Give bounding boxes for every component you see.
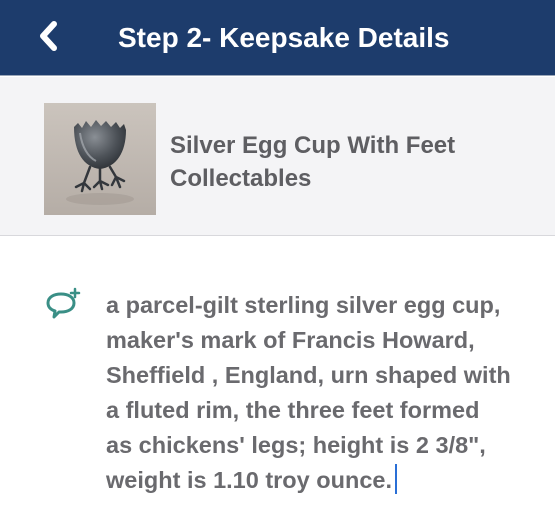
item-name: Silver Egg Cup With Feet [170, 132, 456, 159]
egg-cup-photo [44, 103, 156, 215]
description-line: Sheffield , England, urn shaped with [106, 362, 511, 388]
item-details: Silver Egg Cup With Feet Collectables [170, 129, 455, 195]
description-line: a fluted rim, the three feet formed [106, 397, 480, 423]
item-thumbnail[interactable] [44, 103, 156, 215]
description-line: as chickens' legs; height is 2 3/8", [106, 432, 486, 458]
add-comment-button[interactable] [44, 286, 84, 326]
page-title: Step 2- Keepsake Details [118, 22, 450, 53]
description-line: weight is 1.10 troy ounce. [106, 467, 392, 493]
add-comment-icon [46, 287, 81, 319]
description-line: maker's mark of Francis Howard, [106, 327, 475, 353]
keepsake-item-card: Silver Egg Cup With Feet Collectables [0, 77, 555, 236]
description-text[interactable]: a parcel-gilt sterling silver egg cup, m… [106, 288, 552, 498]
text-cursor [395, 464, 397, 494]
item-category: Collectables [170, 165, 312, 192]
chevron-left-icon [40, 21, 57, 51]
description-line: a parcel-gilt sterling silver egg cup, [106, 292, 501, 318]
header-bar: Step 2- Keepsake Details [0, 0, 555, 76]
description-line-last: weight is 1.10 troy ounce. [106, 463, 552, 498]
back-button[interactable] [30, 14, 66, 58]
description-area: a parcel-gilt sterling silver egg cup, m… [0, 236, 555, 528]
